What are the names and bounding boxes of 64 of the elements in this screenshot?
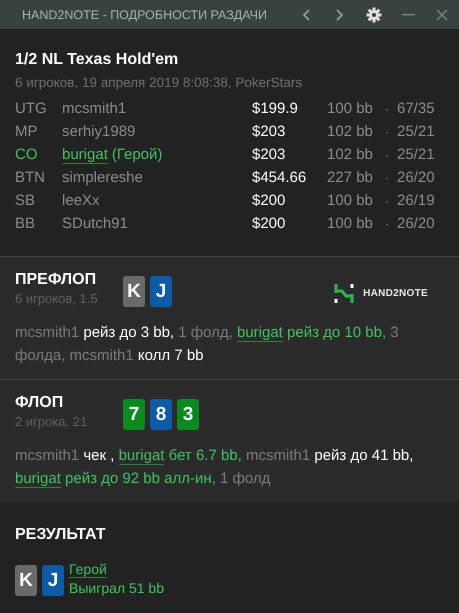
player-stats: 26/20 — [397, 169, 435, 186]
player-link[interactable]: burigat — [62, 146, 108, 164]
stack-amount: $200 — [252, 192, 286, 209]
chevron-right-icon — [336, 8, 344, 20]
player-stats: 25/21 — [397, 146, 435, 163]
card: 3 — [177, 399, 199, 430]
separator-dot: · — [385, 102, 390, 116]
minimize-icon — [402, 14, 414, 16]
position-label: UTG — [15, 100, 48, 117]
position-label: BB — [15, 215, 36, 232]
card: 7 — [123, 399, 145, 430]
card: J — [42, 565, 64, 596]
card: 8 — [150, 399, 172, 430]
logo-icon — [334, 284, 354, 303]
window-title: HAND2NOTE - ПОДРОБНОСТИ РАЗДАЧИ — [22, 8, 267, 22]
stack-bb: 102 bb — [327, 123, 374, 140]
position-label: SB — [15, 192, 36, 209]
card: K — [123, 276, 145, 307]
separator-dot: · — [385, 217, 390, 231]
chevron-left-icon — [302, 8, 310, 20]
player-stats: 26/20 — [397, 215, 435, 232]
action-summary: mcsmith1 рейз до 3 bb, 1 фолд, burigat рейз до 10 bb, 3 фолда, mcsmith1 колл 7 bb — [15, 323, 400, 366]
stack-bb: 100 bb — [327, 215, 374, 232]
hero-label: (Герой) — [112, 146, 162, 164]
result-title: РЕЗУЛЬТАТ — [15, 526, 107, 544]
player-name: serhiy1989 — [62, 123, 136, 140]
position-label: BTN — [15, 169, 46, 186]
separator-dot: · — [385, 125, 390, 139]
stack-bb: 100 bb — [327, 100, 374, 117]
separator-dot: · — [385, 171, 390, 185]
street-title: ФЛОП — [15, 394, 64, 412]
stack-amount: $454.66 — [252, 169, 308, 186]
player-link[interactable]: Герой — [69, 560, 107, 578]
player-stats: 25/21 — [397, 123, 435, 140]
card: J — [150, 276, 172, 307]
stack-bb: 100 bb — [327, 192, 374, 209]
separator-dot: · — [385, 148, 390, 162]
stack-amount: $203 — [252, 123, 286, 140]
settings-icon — [366, 6, 382, 22]
result-amount: Выиграл 51 bb — [69, 580, 164, 596]
player-name: SDutch91 — [62, 215, 128, 232]
player-stats: 26/19 — [397, 192, 435, 209]
card: K — [15, 565, 37, 596]
stack-amount: $200 — [252, 215, 286, 232]
player-name: leeXx — [62, 192, 100, 209]
player-link[interactable]: burigat — [15, 470, 61, 488]
position-label: MP — [15, 123, 38, 140]
logo-text: HAND2NOTE — [363, 288, 428, 299]
stack-amount: $203 — [252, 146, 286, 163]
action-summary: mcsmith1 чек , burigat бет 6.7 bb, mcsmith1 рейз до 41 bb, burigat рейз до 92 bb алл-ин, 1 фолд — [15, 446, 414, 490]
position-label: CO — [15, 146, 38, 163]
player-stats: 67/35 — [397, 100, 435, 117]
player-link[interactable]: burigat — [236, 324, 283, 342]
stack-bb: 227 bb — [327, 169, 374, 186]
hand-info: 6 игроков, 19 апреля 2019 8:08:38, PokerStars — [15, 75, 304, 90]
player-name: mcsmith1 — [62, 100, 126, 117]
game-title: 1/2 NL Texas Hold'em — [15, 51, 180, 69]
player-name: simplereshe — [62, 169, 143, 186]
player-link[interactable]: burigat — [118, 447, 164, 465]
stack-bb: 102 bb — [327, 146, 374, 163]
street-title: ПРЕФЛОП — [15, 271, 98, 289]
stack-amount: $199.9 — [252, 100, 299, 117]
close-icon — [436, 8, 448, 20]
separator-dot: · — [385, 194, 390, 208]
